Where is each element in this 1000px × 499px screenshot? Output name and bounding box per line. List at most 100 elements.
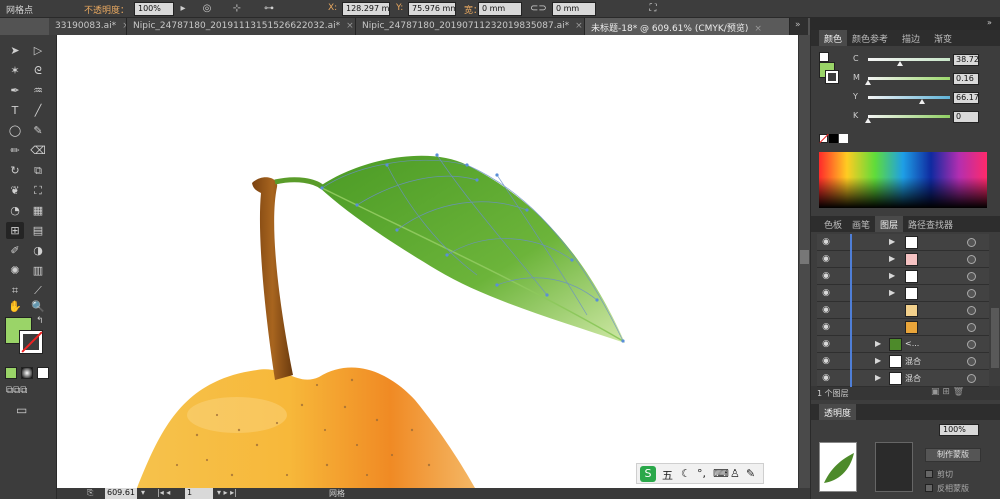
color-mode-icon[interactable] [5, 367, 17, 379]
ime-mode-label[interactable]: 五 [662, 467, 673, 483]
tab-brushes[interactable]: 画笔 [847, 216, 875, 232]
default-colors-icon[interactable] [819, 52, 829, 62]
vertical-scrollbar[interactable] [798, 35, 810, 488]
warp-tool-icon[interactable]: ❦ [6, 182, 24, 199]
layer-row[interactable]: ◉ [817, 302, 989, 319]
make-mask-button[interactable]: 制作蒙版 [925, 448, 981, 462]
eraser-tool-icon[interactable]: ⌫ [29, 142, 47, 159]
zoom-dropdown-icon[interactable]: ▾ [141, 488, 145, 497]
slice-tool-icon[interactable]: ⟋ [29, 282, 47, 299]
mesh-tool-icon[interactable]: ⊞ [6, 222, 24, 239]
page-input[interactable]: 1 [185, 488, 213, 499]
visibility-eye-icon[interactable]: ◉ [820, 237, 832, 247]
lasso-tool-icon[interactable]: ᘓ [29, 62, 47, 79]
expand-triangle-icon[interactable]: ▶ [889, 254, 895, 263]
expand-triangle-icon[interactable]: ▶ [889, 288, 895, 297]
layer-row[interactable]: ◉ ▶ [817, 251, 989, 268]
graph-tool-icon[interactable]: ▥ [29, 262, 47, 279]
clip-checkbox[interactable] [925, 470, 933, 478]
tab-pathfinder[interactable]: 路径查找器 [903, 216, 958, 232]
layer-row[interactable]: ◉ ▶ 混合 [817, 370, 989, 387]
slider-track-2[interactable] [868, 96, 950, 99]
scroll-thumb[interactable] [800, 250, 809, 264]
target-circle-icon[interactable] [967, 374, 976, 383]
ime-toolbar[interactable]: S 五 ☾ °, ⌨ ♙ ✎ [636, 463, 764, 484]
opacity-arrow-icon[interactable]: ▸ [176, 2, 190, 16]
moon-icon[interactable]: ☾ [681, 467, 691, 480]
visibility-eye-icon[interactable]: ◉ [820, 254, 832, 264]
wrench-icon[interactable]: ✎ [746, 467, 755, 480]
visibility-eye-icon[interactable]: ◉ [820, 288, 832, 298]
ellipse-tool-icon[interactable]: ◯ [6, 122, 24, 139]
type-tool-icon[interactable]: T [6, 102, 24, 119]
layer-name[interactable]: 混合 [905, 356, 921, 367]
rotate-tool-icon[interactable]: ↻ [6, 162, 24, 179]
black-swatch[interactable] [829, 134, 838, 143]
recolor-icon[interactable]: ◎ [200, 2, 214, 16]
perspective-grid-tool-icon[interactable]: ▦ [29, 202, 47, 219]
collapse-panels-icon[interactable]: » [987, 18, 992, 27]
target-circle-icon[interactable] [967, 289, 976, 298]
w-input[interactable]: 0 mm [478, 2, 522, 16]
tab-transparency[interactable]: 透明度 [819, 404, 857, 420]
transform-grid-icon[interactable]: ⊹ [230, 2, 244, 16]
tab-stroke[interactable]: 描边 [897, 30, 925, 46]
tab-doc-3[interactable]: Nipic_24787180_20190711232019835087.ai* × [356, 18, 585, 35]
mask-placeholder[interactable] [875, 442, 913, 492]
gradient-tool-icon[interactable]: ▤ [29, 222, 47, 239]
artboard-tool-icon[interactable]: ⌗ [6, 282, 24, 299]
tab-doc-1[interactable]: 33190083.ai*× [49, 18, 127, 35]
layer-row[interactable]: ◉ ▶ [817, 234, 989, 251]
slider-value-1[interactable]: 0.16 [953, 73, 979, 85]
target-circle-icon[interactable] [967, 272, 976, 281]
color-stroke-swatch[interactable] [825, 70, 839, 84]
new-layer-icon[interactable]: ▣ ⊞ 🗑 [931, 387, 964, 397]
tab-doc-2[interactable]: Nipic_24787180_20191113151526622032.ai* × [127, 18, 356, 35]
opacity-label[interactable]: 不透明度： [84, 3, 129, 16]
tab-color[interactable]: 颜色 [819, 30, 848, 46]
target-circle-icon[interactable] [967, 323, 976, 332]
visibility-eye-icon[interactable]: ◉ [820, 356, 832, 366]
gradient-mode-icon[interactable] [21, 367, 33, 379]
visibility-eye-icon[interactable]: ◉ [820, 322, 832, 332]
layer-row[interactable]: ◉ ▶ [817, 285, 989, 302]
tab-color-guide[interactable]: 颜色参考 [847, 30, 893, 46]
color-spectrum[interactable] [819, 152, 987, 208]
tabs-overflow-icon[interactable]: » [795, 20, 801, 30]
target-circle-icon[interactable] [967, 306, 976, 315]
slider-value-2[interactable]: 66.17 [953, 92, 979, 104]
layer-name[interactable]: <... [905, 339, 919, 348]
expand-triangle-icon[interactable]: ▶ [889, 237, 895, 246]
pen-tool-icon[interactable]: ✒ [6, 82, 24, 99]
expand-triangle-icon[interactable]: ▶ [875, 356, 881, 365]
magic-wand-tool-icon[interactable]: ✶ [6, 62, 24, 79]
swap-colors-icon[interactable]: ↰ [36, 316, 44, 326]
expand-triangle-icon[interactable]: ▶ [889, 271, 895, 280]
tab-swatches[interactable]: 色板 [819, 216, 847, 232]
target-circle-icon[interactable] [967, 357, 976, 366]
pencil-tool-icon[interactable]: ✏ [6, 142, 24, 159]
next-page-icon[interactable]: ▾ ▸ ▸| [217, 488, 237, 497]
first-page-icon[interactable]: |◂ ◂ [157, 488, 170, 497]
slider-thumb-2[interactable] [919, 99, 926, 104]
target-circle-icon[interactable] [967, 255, 976, 264]
eyedropper-tool-icon[interactable]: ✐ [6, 242, 24, 259]
slider-value-3[interactable]: 0 [953, 111, 979, 123]
zoom-input[interactable]: 609.61 [105, 488, 137, 499]
layer-row[interactable]: ◉ ▶ [817, 268, 989, 285]
slider-value-0[interactable]: 38.72 [953, 54, 979, 66]
link-icon[interactable]: ⊂⊃ [530, 2, 547, 16]
none-color-icon[interactable] [819, 133, 829, 144]
scale-tool-icon[interactable]: ⧉ [29, 162, 47, 179]
layer-name[interactable]: 混合 [905, 373, 921, 384]
none-mode-icon[interactable] [37, 367, 49, 379]
tab-gradient[interactable]: 渐变 [929, 30, 957, 46]
h-input[interactable]: 0 mm [552, 2, 596, 16]
blend-tool-icon[interactable]: ◑ [29, 242, 47, 259]
transform-icon[interactable]: ⛶ [646, 2, 660, 16]
screen-mode-icon[interactable]: ▭ [16, 403, 27, 417]
artboard-canvas[interactable]: S 五 ☾ °, ⌨ ♙ ✎ [57, 35, 798, 488]
close-icon[interactable]: × [754, 24, 762, 34]
white-swatch[interactable] [839, 134, 848, 143]
align-icon[interactable]: ⊶ [262, 2, 276, 16]
